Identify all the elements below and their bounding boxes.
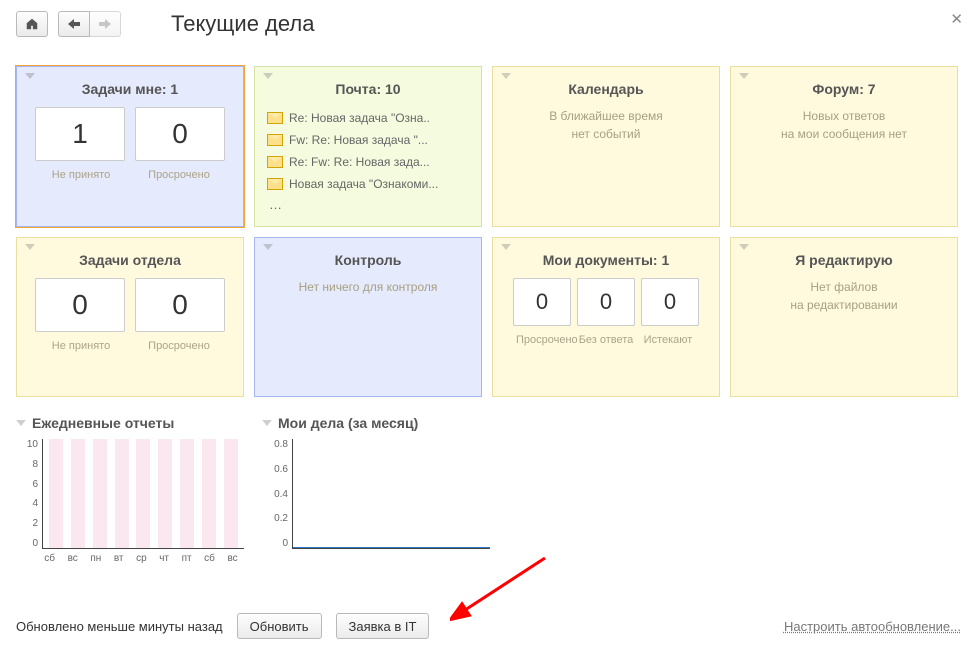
kpi-not-accepted[interactable]: 0 xyxy=(35,278,125,332)
mail-item[interactable]: Re: Новая задача "Озна.. xyxy=(267,107,469,129)
bar xyxy=(224,439,238,548)
kpi-expiring[interactable]: 0 xyxy=(641,278,699,326)
card-message: Нет ничего для контроля xyxy=(267,278,469,296)
card-title: Мои документы: 1 xyxy=(505,252,707,268)
card-tasks-me[interactable]: Задачи мне: 1 1 0 Не принято Просрочено xyxy=(16,66,244,227)
kpi-overdue[interactable]: 0 xyxy=(513,278,571,326)
bar xyxy=(49,439,63,548)
widget-monthly-deals: Мои дела (за месяц) 0.80.60.40.20 xyxy=(262,415,490,564)
card-message: Нет файловна редактировании xyxy=(743,278,945,314)
widget-title: Ежедневные отчеты xyxy=(32,415,174,431)
card-message: Новых ответовна мои сообщения нет xyxy=(743,107,945,143)
envelope-icon xyxy=(267,178,283,190)
kpi-not-accepted[interactable]: 1 xyxy=(35,107,125,161)
widget-daily-reports: Ежедневные отчеты 1086420 сбвспнвтсрчтпт… xyxy=(16,415,244,564)
card-collapse-handle[interactable] xyxy=(501,244,511,250)
card-collapse-handle[interactable] xyxy=(25,244,35,250)
mail-subject: Re: Fw: Re: Новая зада... xyxy=(289,155,430,169)
card-collapse-handle[interactable] xyxy=(739,244,749,250)
card-title: Задачи отдела xyxy=(29,252,231,268)
widget-collapse-handle[interactable] xyxy=(262,420,272,426)
mail-more[interactable]: … xyxy=(269,197,469,212)
status-text: Обновлено меньше минуты назад xyxy=(16,619,223,634)
home-icon xyxy=(25,17,39,31)
card-my-documents[interactable]: Мои документы: 1 0 0 0 Просрочено Без от… xyxy=(492,237,720,397)
mail-item[interactable]: Re: Fw: Re: Новая зада... xyxy=(267,151,469,173)
envelope-icon xyxy=(267,156,283,168)
kpi-label: Не принято xyxy=(37,169,125,181)
refresh-button[interactable]: Обновить xyxy=(237,613,322,639)
card-title: Задачи мне: 1 xyxy=(29,81,231,97)
line-chart: 0.80.60.40.20 xyxy=(262,439,490,549)
bar xyxy=(136,439,150,548)
arrow-right-icon xyxy=(99,19,111,29)
card-calendar[interactable]: Календарь В ближайшее времянет событий xyxy=(492,66,720,227)
widget-collapse-handle[interactable] xyxy=(16,420,26,426)
bar xyxy=(180,439,194,548)
page-title: Текущие дела xyxy=(171,11,314,37)
kpi-label: Просрочено xyxy=(135,340,223,352)
bar xyxy=(115,439,129,548)
forward-button[interactable] xyxy=(90,11,121,37)
mail-item[interactable]: Fw: Re: Новая задача "... xyxy=(267,129,469,151)
close-button[interactable]: ✕ xyxy=(950,10,963,28)
card-collapse-handle[interactable] xyxy=(501,73,511,79)
mail-subject: Новая задача "Ознакоми... xyxy=(289,177,438,191)
card-collapse-handle[interactable] xyxy=(739,73,749,79)
kpi-overdue[interactable]: 0 xyxy=(135,278,225,332)
envelope-icon xyxy=(267,134,283,146)
card-mail[interactable]: Почта: 10 Re: Новая задача "Озна.. Fw: R… xyxy=(254,66,482,227)
configure-autorefresh-link[interactable]: Настроить автообновление... xyxy=(784,619,961,634)
card-title: Календарь xyxy=(505,81,707,97)
kpi-label: Без ответа xyxy=(578,334,634,346)
mail-subject: Fw: Re: Новая задача "... xyxy=(289,133,428,147)
card-control[interactable]: Контроль Нет ничего для контроля xyxy=(254,237,482,397)
widget-title: Мои дела (за месяц) xyxy=(278,415,418,431)
card-title: Почта: 10 xyxy=(267,81,469,97)
card-collapse-handle[interactable] xyxy=(263,244,273,250)
card-tasks-dept[interactable]: Задачи отдела 0 0 Не принято Просрочено xyxy=(16,237,244,397)
card-forum[interactable]: Форум: 7 Новых ответовна мои сообщения н… xyxy=(730,66,958,227)
bar xyxy=(71,439,85,548)
kpi-overdue[interactable]: 0 xyxy=(135,107,225,161)
bar xyxy=(93,439,107,548)
card-collapse-handle[interactable] xyxy=(25,73,35,79)
card-title: Форум: 7 xyxy=(743,81,945,97)
card-collapse-handle[interactable] xyxy=(263,73,273,79)
arrow-left-icon xyxy=(68,19,80,29)
it-request-button[interactable]: Заявка в IT xyxy=(336,613,430,639)
mail-subject: Re: Новая задача "Озна.. xyxy=(289,111,430,125)
card-title: Я редактирую xyxy=(743,252,945,268)
kpi-label: Истекают xyxy=(640,334,696,346)
card-editing[interactable]: Я редактирую Нет файловна редактировании xyxy=(730,237,958,397)
bar-chart: 1086420 xyxy=(16,439,244,549)
back-button[interactable] xyxy=(58,11,90,37)
bar xyxy=(202,439,216,548)
kpi-label: Просрочено xyxy=(516,334,572,346)
card-message: В ближайшее времянет событий xyxy=(505,107,707,143)
home-button[interactable] xyxy=(16,11,48,37)
kpi-label: Просрочено xyxy=(135,169,223,181)
envelope-icon xyxy=(267,112,283,124)
bar xyxy=(158,439,172,548)
card-title: Контроль xyxy=(267,252,469,268)
kpi-no-reply[interactable]: 0 xyxy=(577,278,635,326)
mail-item[interactable]: Новая задача "Ознакоми... xyxy=(267,173,469,195)
kpi-label: Не принято xyxy=(37,340,125,352)
